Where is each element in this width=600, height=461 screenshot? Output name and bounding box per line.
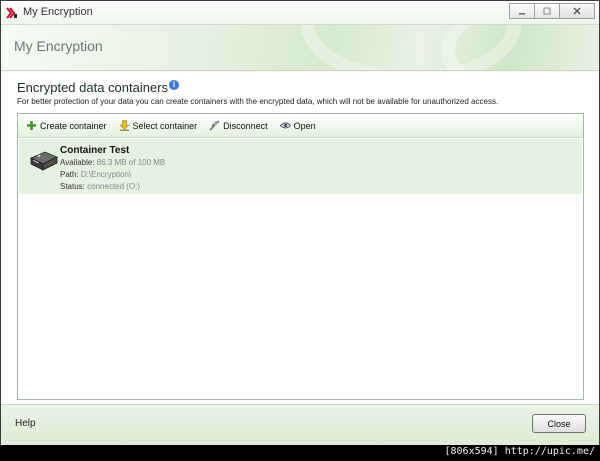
- close-button[interactable]: Close: [532, 414, 586, 433]
- header-banner: My Encryption: [1, 25, 599, 71]
- open-label: Open: [293, 120, 316, 131]
- plus-icon: [26, 120, 37, 131]
- available-value: 86.3 MB of 100 MB: [96, 158, 166, 167]
- close-icon: [573, 7, 581, 15]
- status-value: connected (O:): [87, 182, 141, 191]
- maximize-icon: [543, 7, 551, 15]
- container-status: Status: connected (O:): [60, 182, 140, 191]
- minimize-button[interactable]: [509, 3, 535, 19]
- container-list-item[interactable]: Container Test Available: 86.3 MB of 100…: [19, 139, 582, 194]
- info-icon[interactable]: i: [169, 79, 180, 90]
- hard-drive-icon: [30, 151, 58, 171]
- container-path: Path: D:\Encryption\: [60, 170, 131, 179]
- section-description: For better protection of your data you c…: [17, 97, 499, 106]
- close-window-button[interactable]: [559, 3, 595, 19]
- app-window: My Encryption My Encryption Encrypted da…: [0, 0, 600, 445]
- containers-panel: Create container Select container Discon…: [17, 113, 584, 400]
- kaspersky-logo-icon: [6, 7, 18, 19]
- select-container-button[interactable]: Select container: [117, 116, 200, 136]
- select-container-label: Select container: [132, 120, 198, 131]
- window-controls: [509, 3, 595, 19]
- watermark-text: [806x594] http://upic.me/: [442, 446, 597, 457]
- container-available: Available: 86.3 MB of 100 MB: [60, 158, 165, 167]
- path-value: D:\Encryption\: [80, 170, 132, 179]
- containers-toolbar: Create container Select container Discon…: [18, 114, 583, 138]
- status-label: Status:: [60, 182, 85, 191]
- path-label: Path:: [60, 170, 79, 179]
- title-bar[interactable]: My Encryption: [1, 1, 599, 25]
- help-link[interactable]: Help: [15, 418, 36, 429]
- minimize-icon: [519, 13, 525, 15]
- disconnect-label: Disconnect: [223, 120, 268, 131]
- eye-icon: [279, 120, 291, 131]
- create-container-button[interactable]: Create container: [24, 116, 109, 136]
- main-content: Encrypted data containers i For better p…: [1, 72, 599, 404]
- maximize-button[interactable]: [534, 3, 560, 19]
- disconnect-button[interactable]: Disconnect: [207, 116, 270, 136]
- arrow-down-icon: [118, 120, 130, 131]
- section-title-text: Encrypted data containers: [17, 80, 169, 95]
- banner-decoration: [441, 25, 599, 70]
- banner-title: My Encryption: [14, 38, 103, 54]
- footer-bar: Help Close: [1, 404, 599, 445]
- disconnect-plug-icon: [209, 120, 220, 131]
- section-title: Encrypted data containers i: [17, 79, 180, 95]
- open-button[interactable]: Open: [278, 116, 318, 136]
- container-name: Container Test: [60, 145, 130, 156]
- window-title: My Encryption: [23, 6, 93, 18]
- available-label: Available:: [60, 158, 95, 167]
- create-container-label: Create container: [40, 120, 107, 131]
